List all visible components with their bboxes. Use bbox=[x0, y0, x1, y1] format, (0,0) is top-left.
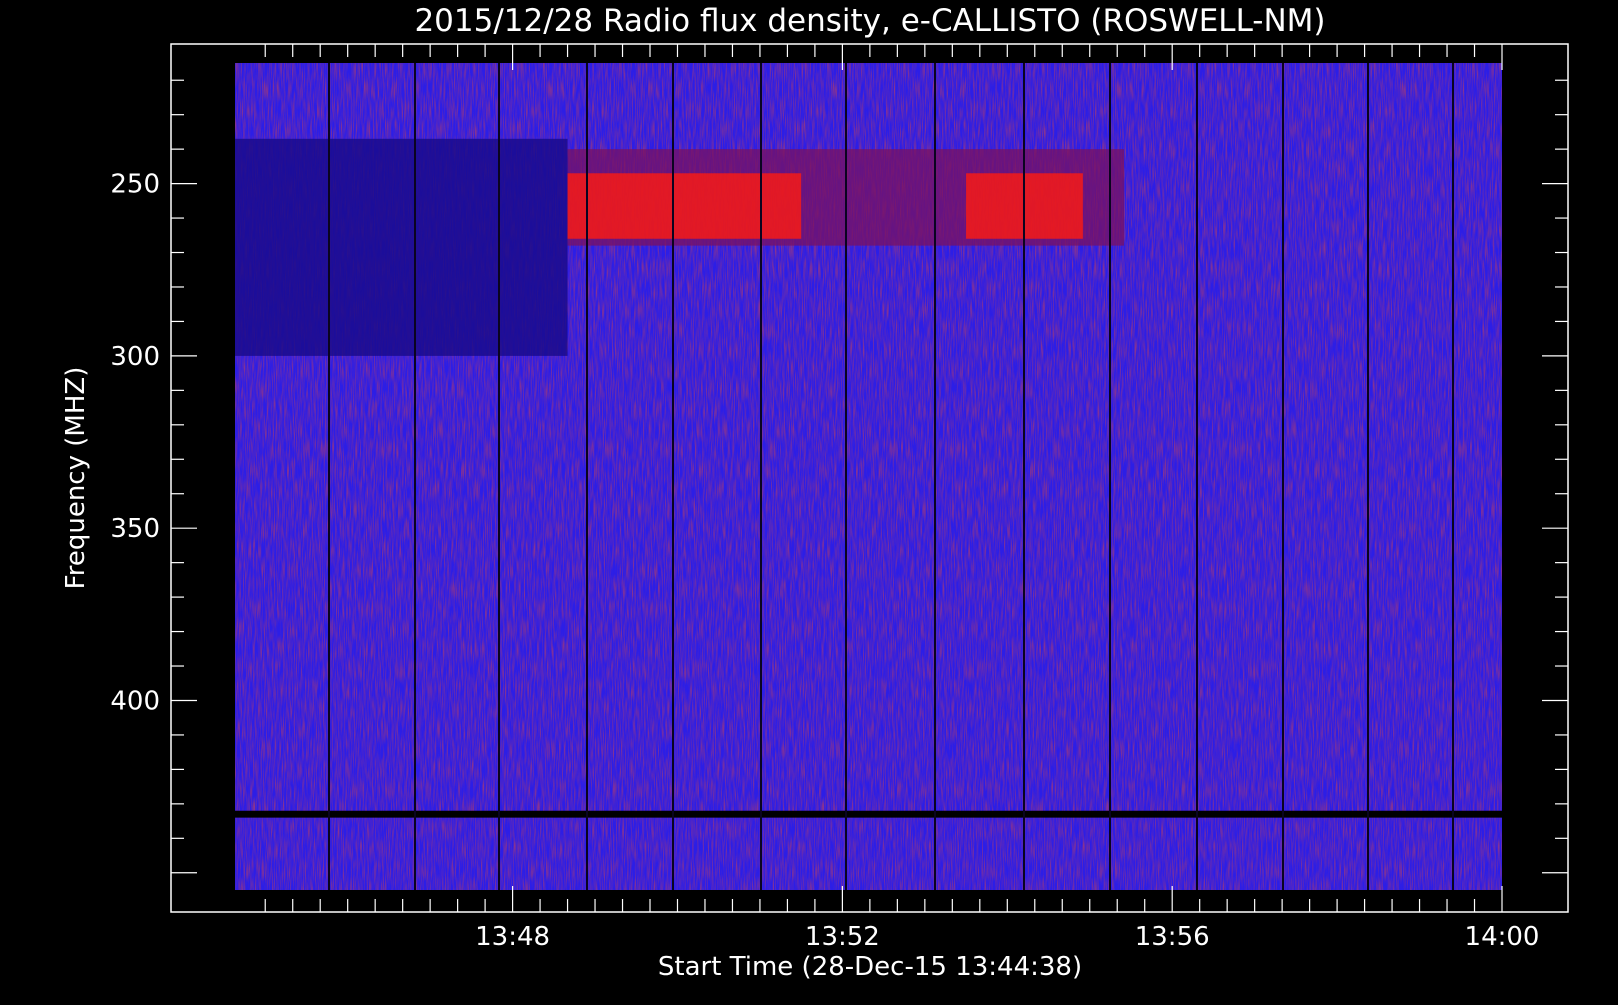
y-tick-label-2: 350 bbox=[110, 514, 160, 544]
y-axis-label: Frequency (MHZ) bbox=[61, 367, 91, 590]
feature-dark-band-0 bbox=[235, 138, 568, 356]
spectrogram-figure: 2015/12/28 Radio flux density, e-CALLIST… bbox=[0, 0, 1618, 1000]
feature-strong-emission-2 bbox=[567, 173, 802, 239]
x-axis-label: Start Time (28-Dec-15 13:44:38) bbox=[658, 952, 1082, 982]
feature-interference-band-4 bbox=[235, 810, 1502, 818]
x-tick-label-2: 13:56 bbox=[1135, 922, 1210, 952]
x-tick-label-0: 13:48 bbox=[475, 922, 550, 952]
y-tick-label-0: 250 bbox=[110, 170, 160, 200]
chart-svg: 2015/12/28 Radio flux density, e-CALLIST… bbox=[61, 3, 1569, 982]
y-tick-label-3: 400 bbox=[110, 686, 160, 716]
chart-title: 2015/12/28 Radio flux density, e-CALLIST… bbox=[414, 3, 1325, 39]
x-tick-label-3: 14:00 bbox=[1465, 922, 1540, 952]
y-tick-label-1: 300 bbox=[110, 342, 160, 372]
x-tick-label-1: 13:52 bbox=[805, 922, 880, 952]
spectrogram-heatmap bbox=[235, 63, 1502, 890]
